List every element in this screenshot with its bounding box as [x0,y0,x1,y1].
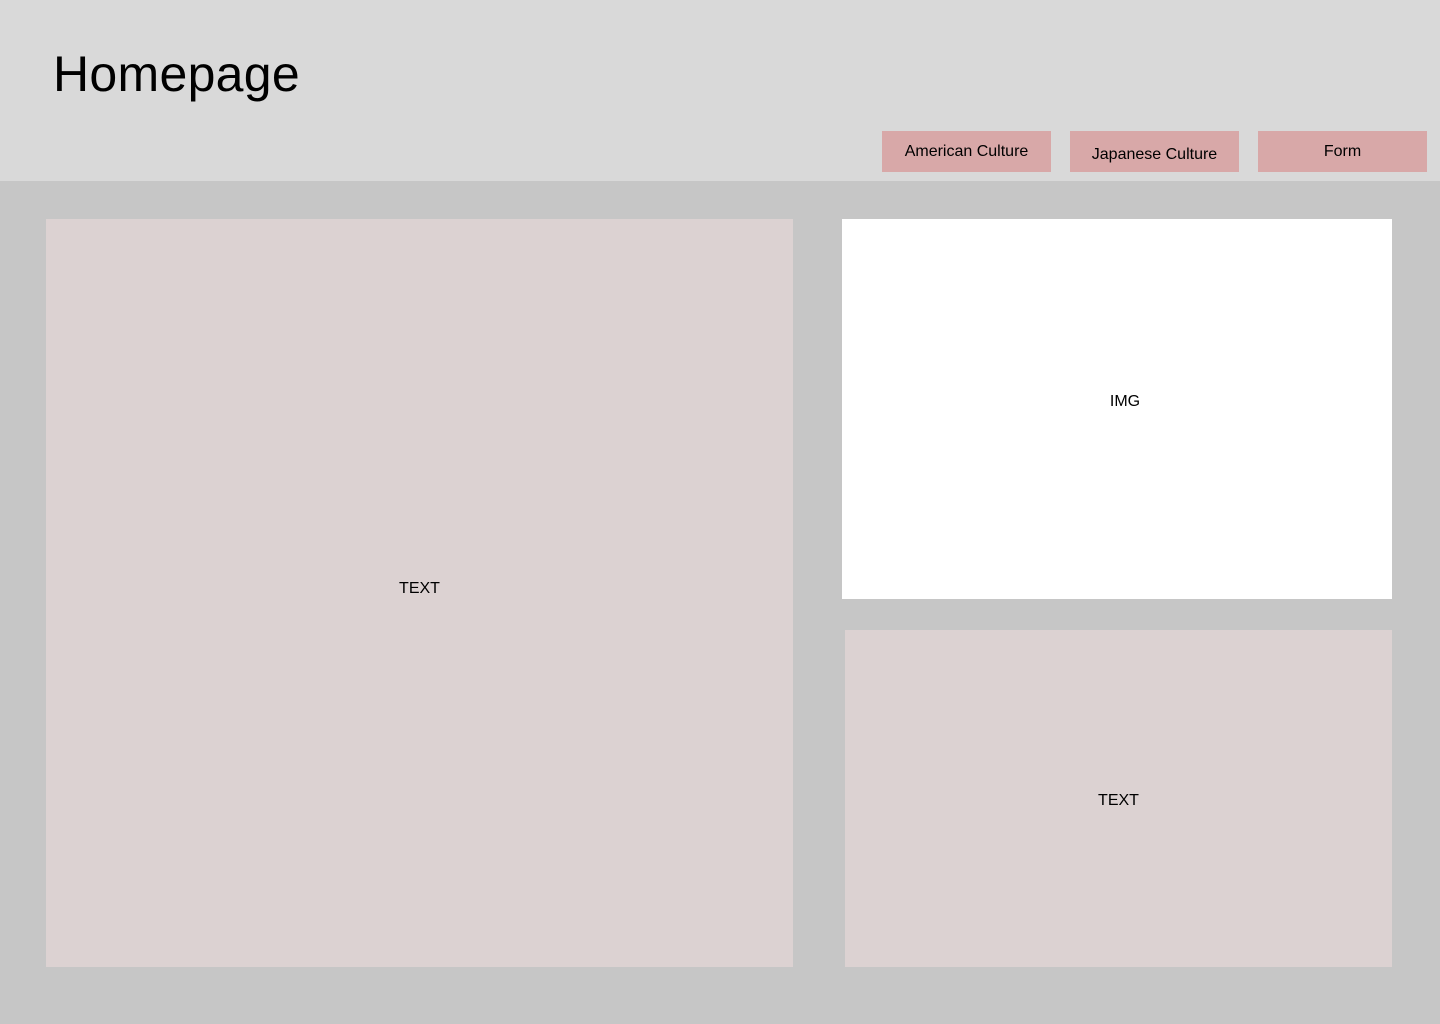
side-text-panel: TEXT [845,630,1392,967]
nav-form-button[interactable]: Form [1258,131,1427,172]
nav-japanese-culture-button[interactable]: Japanese Culture [1070,131,1239,172]
header-bar: Homepage American Culture Japanese Cultu… [0,0,1440,181]
image-label: IMG [1109,393,1141,410]
page: Homepage American Culture Japanese Cultu… [0,0,1440,1024]
main-text-panel: TEXT [46,219,793,967]
side-text-label: TEXT [1098,791,1139,809]
image-placeholder: IMG [842,219,1392,599]
nav-american-culture-button[interactable]: American Culture [882,131,1051,172]
main-text-label: TEXT [399,580,440,597]
page-title: Homepage [53,46,301,102]
